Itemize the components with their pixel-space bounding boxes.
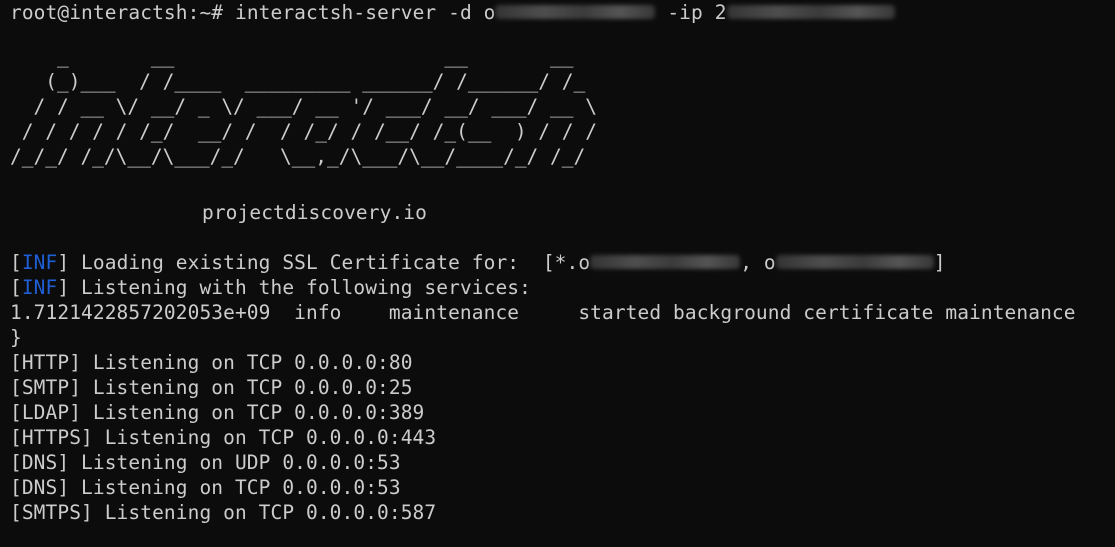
service-line: [LDAP] Listening on TCP 0.0.0.0:389 [10, 401, 425, 424]
service-line: [SMTP] Listening on TCP 0.0.0.0:25 [10, 376, 413, 399]
command-line: root@interactsh:~# interactsh-server -d … [10, 0, 895, 25]
service-line: [SMTPS] Listening on TCP 0.0.0.0:587 [10, 501, 437, 524]
redacted-domain-2 [775, 255, 934, 269]
prompt-path: :~# [187, 1, 235, 24]
ssl-separator: , o [740, 251, 776, 274]
ssl-message: Loading existing SSL Certificate for: [*… [69, 251, 591, 274]
service-line: [DNS] Listening on UDP 0.0.0.0:53 [10, 451, 401, 474]
prompt-user-host: root@interactsh [10, 1, 188, 24]
terminal-window[interactable]: root@interactsh:~# interactsh-server -d … [0, 0, 1115, 547]
bracket-open: [ [10, 251, 22, 274]
site-label: projectdiscovery.io [202, 201, 427, 224]
listening-message: Listening with the following services: [69, 276, 531, 299]
domain-prefix: o [483, 1, 496, 24]
redacted-wildcard-domain [590, 255, 741, 269]
service-line: [HTTPS] Listening on TCP 0.0.0.0:443 [10, 426, 437, 449]
inf-tag: INF [21, 276, 58, 299]
bracket-close: ] [57, 276, 70, 299]
command-name: interactsh-server [234, 1, 437, 24]
log-line-ssl: [INF] Loading existing SSL Certificate f… [10, 250, 946, 275]
domain-flag: -d [436, 1, 484, 24]
ascii-banner: _ __ __ __ (_)___ / /____ _________ ____… [10, 45, 597, 168]
bracket-open: [ [10, 276, 22, 299]
service-line: [HTTP] Listening on TCP 0.0.0.0:80 [10, 351, 413, 374]
redacted-ip [726, 5, 895, 19]
redacted-domain [495, 5, 656, 19]
ip-prefix: 2 [714, 1, 727, 24]
ip-flag: -ip [655, 1, 715, 24]
closing-brace: } [10, 326, 22, 349]
ssl-end: ] [933, 251, 946, 274]
service-line: [DNS] Listening on TCP 0.0.0.0:53 [10, 476, 401, 499]
inf-tag: INF [21, 251, 58, 274]
bracket-close: ] [57, 251, 70, 274]
maintenance-line: 1.7121422857202053e+09 info maintenance … [10, 301, 1076, 324]
log-line-listening: [INF] Listening with the following servi… [10, 275, 531, 300]
